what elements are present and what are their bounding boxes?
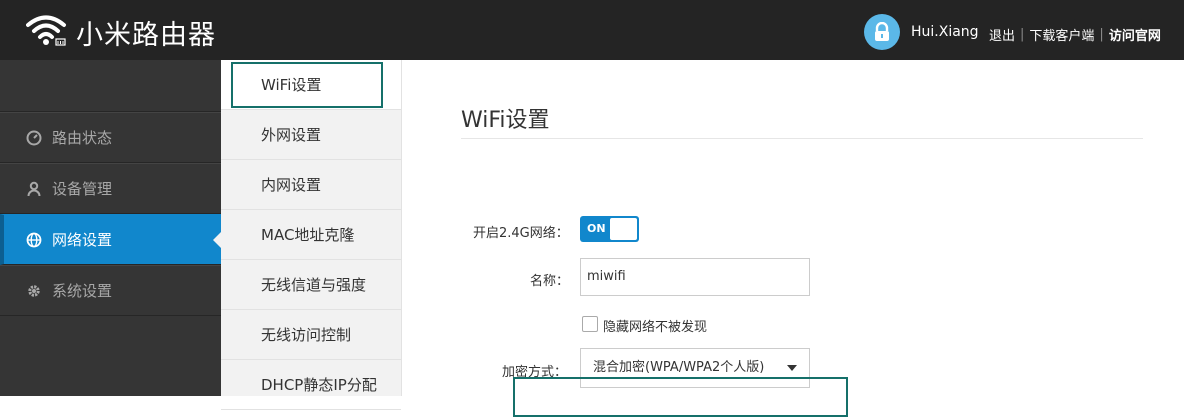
header-links: 退出 | 下载客户端 | 访问官网 (989, 25, 1161, 44)
title-divider (461, 138, 1143, 139)
gear-icon (26, 283, 42, 299)
left-nav: 路由状态 设备管理 网络设置 系统设置 (0, 60, 221, 396)
wifi-logo-icon (26, 14, 70, 46)
hide-network-checkbox[interactable] (582, 316, 598, 332)
subnav-item-dhcp-static-ip[interactable]: DHCP静态IP分配 (221, 360, 401, 410)
divider: | (1099, 27, 1104, 42)
wifi24-label: 开启2.4G网络： (473, 226, 569, 241)
chevron-down-icon (787, 365, 797, 371)
page-title: WiFi设置 (461, 108, 550, 133)
nav-spacer (0, 60, 221, 112)
subnav-item-lan-settings[interactable]: 内网设置 (221, 160, 401, 210)
wifi-name-input[interactable]: miwifi (580, 258, 810, 296)
lock-avatar-icon (864, 14, 900, 50)
nav-item-device-management[interactable]: 设备管理 (0, 163, 221, 214)
hide-network-label: 隐藏网络不被发现 (603, 320, 708, 335)
nav-item-label: 设备管理 (52, 180, 113, 198)
globe-icon (26, 232, 42, 248)
subnav-item-mac-clone[interactable]: MAC地址克隆 (221, 210, 401, 260)
nav-item-router-status[interactable]: 路由状态 (0, 112, 221, 163)
nav-item-network-settings[interactable]: 网络设置 (0, 214, 221, 265)
sub-nav: WiFi设置 外网设置 内网设置 MAC地址克隆 无线信道与强度 无线访问控制 … (221, 60, 402, 410)
top-header: 小米路由器 Hui.Xiang 退出 | 下载客户端 | 访问官网 (0, 0, 1184, 60)
download-client-link[interactable]: 下载客户端 (1029, 25, 1094, 44)
main-content: WiFi设置 开启2.4G网络： ON 名称： miwifi 隐藏网络不被发现 … (402, 60, 1184, 417)
encryption-label: 加密方式： (502, 365, 568, 380)
subnav-item-wifi-settings[interactable]: WiFi设置 (221, 60, 401, 110)
visit-site-link[interactable]: 访问官网 (1109, 25, 1161, 44)
logout-link[interactable]: 退出 (989, 25, 1015, 44)
subnav-item-wireless-access-control[interactable]: 无线访问控制 (221, 310, 401, 360)
nav-item-label: 系统设置 (52, 282, 113, 300)
name-label: 名称： (530, 274, 570, 289)
encryption-select[interactable]: 混合加密(WPA/WPA2个人版) (580, 348, 810, 388)
nav-item-system-settings[interactable]: 系统设置 (0, 265, 221, 316)
toggle-on-text: ON (587, 222, 606, 235)
nav-item-label: 网络设置 (52, 231, 113, 249)
user-name: Hui.Xiang (911, 24, 979, 40)
brand-title: 小米路由器 (76, 20, 216, 51)
user-icon (26, 181, 42, 197)
status-icon (26, 130, 42, 146)
encryption-value: 混合加密(WPA/WPA2个人版) (593, 360, 765, 375)
wifi24-toggle[interactable]: ON (580, 216, 639, 242)
divider: | (1020, 27, 1025, 42)
nav-item-label: 路由状态 (52, 129, 113, 147)
subnav-item-wan-settings[interactable]: 外网设置 (221, 110, 401, 160)
subnav-item-wireless-channel[interactable]: 无线信道与强度 (221, 260, 401, 310)
toggle-knob (610, 218, 637, 240)
